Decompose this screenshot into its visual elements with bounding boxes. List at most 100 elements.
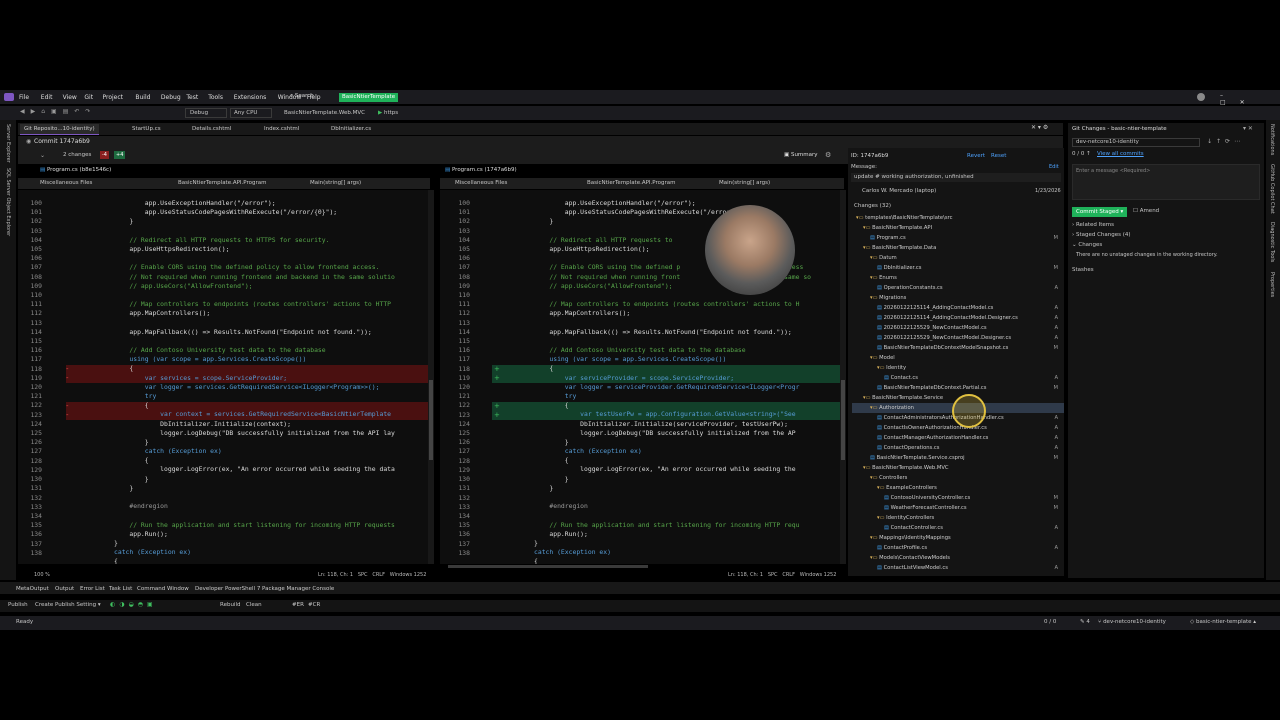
- status-errors[interactable]: 0 / 0: [1044, 619, 1056, 625]
- git-panel-close-icon[interactable]: ▾ ✕: [1243, 125, 1253, 132]
- left-file-tab[interactable]: ▤ Program.cs (b8e1546c): [40, 167, 111, 176]
- bottom-tab[interactable]: Task List: [109, 586, 132, 592]
- tree-folder[interactable]: ▾▭ templates\BasicNtierTemplate\src: [852, 213, 1064, 223]
- side-tab-server-explorer[interactable]: Server Explorer: [5, 124, 11, 163]
- tree-file[interactable]: ▤ OperationConstants.cs A: [852, 283, 1064, 293]
- zoom-level[interactable]: 100 %: [34, 572, 50, 578]
- side-tab-sql-object-explorer[interactable]: SQL Server Object Explorer: [5, 168, 11, 236]
- tree-folder[interactable]: ▾▭ BasicNtierTemplate.Data: [852, 243, 1064, 253]
- bottom-tab[interactable]: Command Window: [137, 586, 189, 592]
- tree-folder[interactable]: ▾▭ Model: [852, 353, 1064, 363]
- tree-file[interactable]: ▤ 20260122125529_NewContactModel.Designe…: [852, 333, 1064, 343]
- side-tab-properties[interactable]: Properties: [1269, 272, 1275, 297]
- right-scroll-thumb[interactable]: [841, 380, 845, 460]
- er-button[interactable]: #ER: [292, 602, 304, 608]
- tree-file[interactable]: ▤ ContosoUniversityController.cs M: [852, 493, 1064, 503]
- platform-select[interactable]: Any CPU: [230, 108, 272, 118]
- tree-folder[interactable]: ▾▭ Enums: [852, 273, 1064, 283]
- bottom-tab[interactable]: Developer PowerShell 7: [195, 586, 260, 592]
- changes-section[interactable]: ⌄ Changes: [1072, 242, 1102, 248]
- toolbar-icons[interactable]: ◀▶⌂▣▤↶↷: [20, 108, 170, 117]
- bottom-tab[interactable]: Output: [55, 586, 74, 592]
- menu-build[interactable]: Build: [135, 94, 150, 101]
- menu-tools[interactable]: Tools: [208, 94, 223, 101]
- tree-file[interactable]: ▤ ContactOperations.cs A: [852, 443, 1064, 453]
- doc-tab[interactable]: StartUp.cs: [128, 124, 165, 135]
- startup-project-select[interactable]: BasicNtierTemplate.Web.MVC: [284, 108, 374, 118]
- doc-tab[interactable]: DbInitializer.cs: [327, 124, 375, 135]
- related-items[interactable]: › Related Items: [1072, 222, 1114, 228]
- commit-staged-button[interactable]: Commit Staged ▾: [1072, 207, 1128, 217]
- tree-folder[interactable]: ▾▭ ExampleControllers: [852, 483, 1064, 493]
- right-scrollbar[interactable]: [840, 190, 846, 564]
- publish-button[interactable]: Publish: [8, 602, 28, 608]
- branch-select[interactable]: dev-netcore10-identity: [1072, 138, 1200, 147]
- staged-changes[interactable]: › Staged Changes (4): [1072, 232, 1131, 238]
- status-repo[interactable]: ◇ basic-ntier-template ▴: [1190, 619, 1256, 625]
- tree-folder[interactable]: ▾▭ Datum: [852, 253, 1064, 263]
- menu-test[interactable]: Test: [186, 94, 198, 101]
- left-scrollbar[interactable]: [428, 190, 434, 564]
- cr-button[interactable]: #CR: [308, 602, 320, 608]
- menu-edit[interactable]: Edit: [41, 94, 53, 101]
- publish-icons[interactable]: ◐◑◒◓▣: [110, 601, 157, 608]
- account-avatar[interactable]: [1197, 93, 1205, 101]
- revert-button[interactable]: Revert: [967, 153, 985, 159]
- right-nav-member[interactable]: Main(string[] args): [719, 180, 829, 186]
- side-tab-diagnostic-tools[interactable]: Diagnostic Tools: [1269, 222, 1275, 262]
- menu-view[interactable]: View: [63, 94, 77, 101]
- publish-profile-select[interactable]: Create Publish Setting ▾: [35, 602, 101, 608]
- run-button[interactable]: ▶ https: [378, 108, 414, 118]
- tree-folder[interactable]: ▾▭ Controllers: [852, 473, 1064, 483]
- summary-button[interactable]: ▣ Summary: [784, 152, 818, 158]
- doc-tabs-close-icon[interactable]: ✕ ▾ ⚙: [1031, 124, 1048, 131]
- tree-folder[interactable]: ▾▭ IdentityControllers: [852, 513, 1064, 523]
- left-editor[interactable]: -- -- 100 101 102 103 104 105 106 107 108 109 110 1…: [18, 190, 430, 564]
- status-pull[interactable]: ✎ 4: [1080, 619, 1090, 625]
- settings-icon[interactable]: ⚙: [825, 151, 831, 159]
- tree-file[interactable]: ▤ ContactListViewModel.cs A: [852, 563, 1064, 573]
- tree-file[interactable]: ▤ BasicNtierTemplate.Service.csproj M: [852, 453, 1064, 463]
- tree-file[interactable]: ▤ WeatherForecastController.cs M: [852, 503, 1064, 513]
- tree-file[interactable]: ▤ BasicNtierTemplateDbContextModelSnapsh…: [852, 343, 1064, 353]
- side-tab-copilot-chat[interactable]: GitHub Copilot Chat: [1269, 164, 1275, 214]
- tree-folder[interactable]: ▾▭ Identity: [852, 363, 1064, 373]
- tree-file[interactable]: ▤ ContactManagerAuthorizationHandler.cs A: [852, 433, 1064, 443]
- rebuild-button[interactable]: Rebuild: [220, 602, 240, 608]
- menu-debug[interactable]: Debug: [161, 94, 181, 101]
- tree-file[interactable]: ▤ 20260122125529_NewContactModel.cs A: [852, 323, 1064, 333]
- left-nav-class[interactable]: BasicNtierTemplate.API.Program: [178, 180, 288, 186]
- tree-file[interactable]: ▤ 20260122125114_AddingContactModel.cs A: [852, 303, 1064, 313]
- tree-file[interactable]: ▤ BasicNtierTemplateDbContext.Partial.cs…: [852, 383, 1064, 393]
- left-nav-project[interactable]: Miscellaneous Files: [40, 180, 158, 186]
- git-sync-icons[interactable]: ↓↑⟳⋯: [1207, 138, 1244, 145]
- menu-project[interactable]: Project: [103, 94, 124, 101]
- doc-tab[interactable]: Details.cshtml: [188, 124, 235, 135]
- window-controls[interactable]: –□✕: [1220, 92, 1275, 106]
- clean-button[interactable]: Clean: [246, 602, 262, 608]
- left-scroll-thumb[interactable]: [429, 380, 433, 460]
- bottom-tab[interactable]: MetaOutput: [16, 586, 49, 592]
- menu-extensions[interactable]: Extensions: [234, 94, 267, 101]
- side-tab-notifications[interactable]: Notifications: [1269, 124, 1275, 155]
- tree-folder[interactable]: ▾▭ Models\ContactViewModels: [852, 553, 1064, 563]
- config-select[interactable]: Debug: [185, 108, 227, 118]
- commit-message-input[interactable]: Enter a message <Required>: [1072, 164, 1260, 200]
- doc-tab[interactable]: Index.cshtml: [260, 124, 303, 135]
- view-all-commits-link[interactable]: View all commits: [1097, 151, 1144, 157]
- message-edit-link[interactable]: Edit: [1049, 164, 1059, 170]
- tree-folder[interactable]: ▾▭ BasicNtierTemplate.API: [852, 223, 1064, 233]
- right-hscroll[interactable]: [448, 565, 648, 568]
- menu-git[interactable]: Git: [84, 94, 93, 101]
- status-branch[interactable]: ⑂ dev-netcore10-identity: [1098, 619, 1166, 625]
- tree-file[interactable]: ▤ 20260122125114_AddingContactModel.Desi…: [852, 313, 1064, 323]
- bottom-tab[interactable]: Package Manager Console: [262, 586, 334, 592]
- right-nav-class[interactable]: BasicNtierTemplate.API.Program: [587, 180, 697, 186]
- tree-file[interactable]: ▤ Program.cs M: [852, 233, 1064, 243]
- bottom-tab[interactable]: Error List: [80, 586, 105, 592]
- tree-folder[interactable]: ▾▭ Mappings\IdentityMappings: [852, 533, 1064, 543]
- tree-file[interactable]: ▤ Contact.cs A: [852, 373, 1064, 383]
- tree-folder[interactable]: ▾▭ BasicNtierTemplate.Web.MVC: [852, 463, 1064, 473]
- right-nav-project[interactable]: Miscellaneous Files: [455, 180, 573, 186]
- tree-folder[interactable]: ▾▭ Migrations: [852, 293, 1064, 303]
